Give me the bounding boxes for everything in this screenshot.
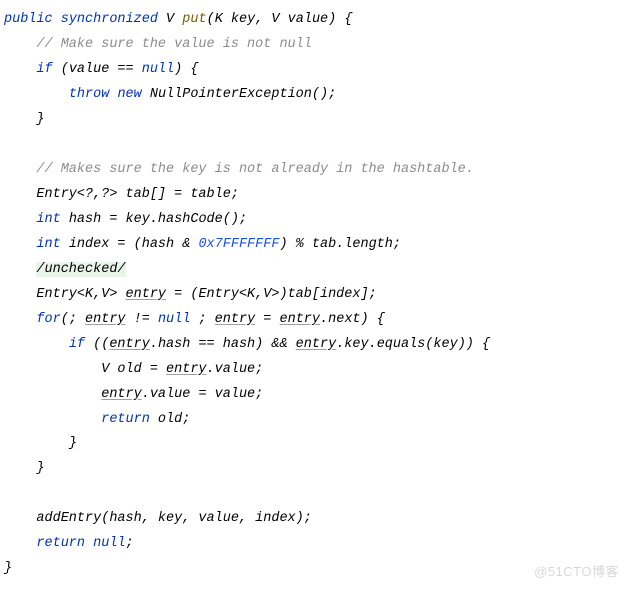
class-npe: NullPointerException [150, 87, 312, 102]
brace: } [36, 112, 44, 127]
method-put: put [182, 12, 206, 27]
kw-if2: if [69, 337, 85, 352]
brace: } [69, 436, 77, 451]
unchecked: /unchecked/ [36, 262, 125, 277]
kw-public: public [4, 12, 53, 27]
brace: } [4, 561, 12, 576]
kw-null: null [158, 312, 190, 327]
kw-sync: synchronized [61, 12, 158, 27]
kw-int2: int [36, 237, 60, 252]
len: length [344, 237, 393, 252]
txt: ; [190, 312, 214, 327]
kw-return2: return [36, 536, 85, 551]
txt: V old = [101, 362, 166, 377]
kw-if: if [36, 62, 52, 77]
line-9: hash = key.hashCode(); [61, 212, 247, 227]
var-entry: entry [280, 312, 321, 327]
comment-2: // Makes sure the key is not already in … [36, 162, 473, 177]
txt: (; [61, 312, 85, 327]
txt: != [126, 312, 158, 327]
txt: ) % tab. [279, 237, 344, 252]
kw-for: for [36, 312, 60, 327]
var-entry: entry [85, 312, 126, 327]
txt: .key.equals(key)) { [336, 337, 490, 352]
txt: = [255, 312, 279, 327]
var-entry: entry [126, 287, 167, 302]
kw-new: new [117, 87, 141, 102]
var-entry: entry [166, 362, 207, 377]
type-v: V [166, 12, 174, 27]
kw-return: return [101, 412, 150, 427]
txt: .value; [207, 362, 264, 377]
txt: .next) { [320, 312, 385, 327]
txt: (( [85, 337, 109, 352]
var-entry: entry [215, 312, 256, 327]
kw-throw: throw [69, 87, 110, 102]
txt: ) { [174, 62, 198, 77]
param-value: value [288, 12, 329, 27]
txt: ; [393, 237, 401, 252]
txt: Entry<K,V> [36, 287, 125, 302]
comment-1: // Make sure the value is not null [36, 37, 311, 52]
txt: index = (hash & [61, 237, 199, 252]
var-entry: entry [101, 387, 142, 402]
line-addentry: addEntry(hash, key, value, index); [36, 511, 311, 526]
watermark: @51CTO博客 [534, 560, 619, 584]
kw-null2: null [93, 536, 125, 551]
var-entry: entry [109, 337, 150, 352]
hex: 0x7FFFFFFF [198, 237, 279, 252]
code-block: public synchronized V put(K key, V value… [4, 8, 625, 582]
type-v2: V [271, 12, 279, 27]
type-k: K [215, 12, 223, 27]
line-8: Entry<?,?> tab[] = table; [36, 187, 239, 202]
brace: } [36, 461, 44, 476]
txt: .value = value; [142, 387, 264, 402]
var-entry: entry [296, 337, 337, 352]
txt: = (Entry<K,V>)tab[index]; [166, 287, 377, 302]
txt: .hash == hash) && [150, 337, 296, 352]
cond: (value == [61, 62, 142, 77]
txt: old; [150, 412, 191, 427]
kw-null: null [142, 62, 174, 77]
kw-int: int [36, 212, 60, 227]
param-key: key [231, 12, 255, 27]
